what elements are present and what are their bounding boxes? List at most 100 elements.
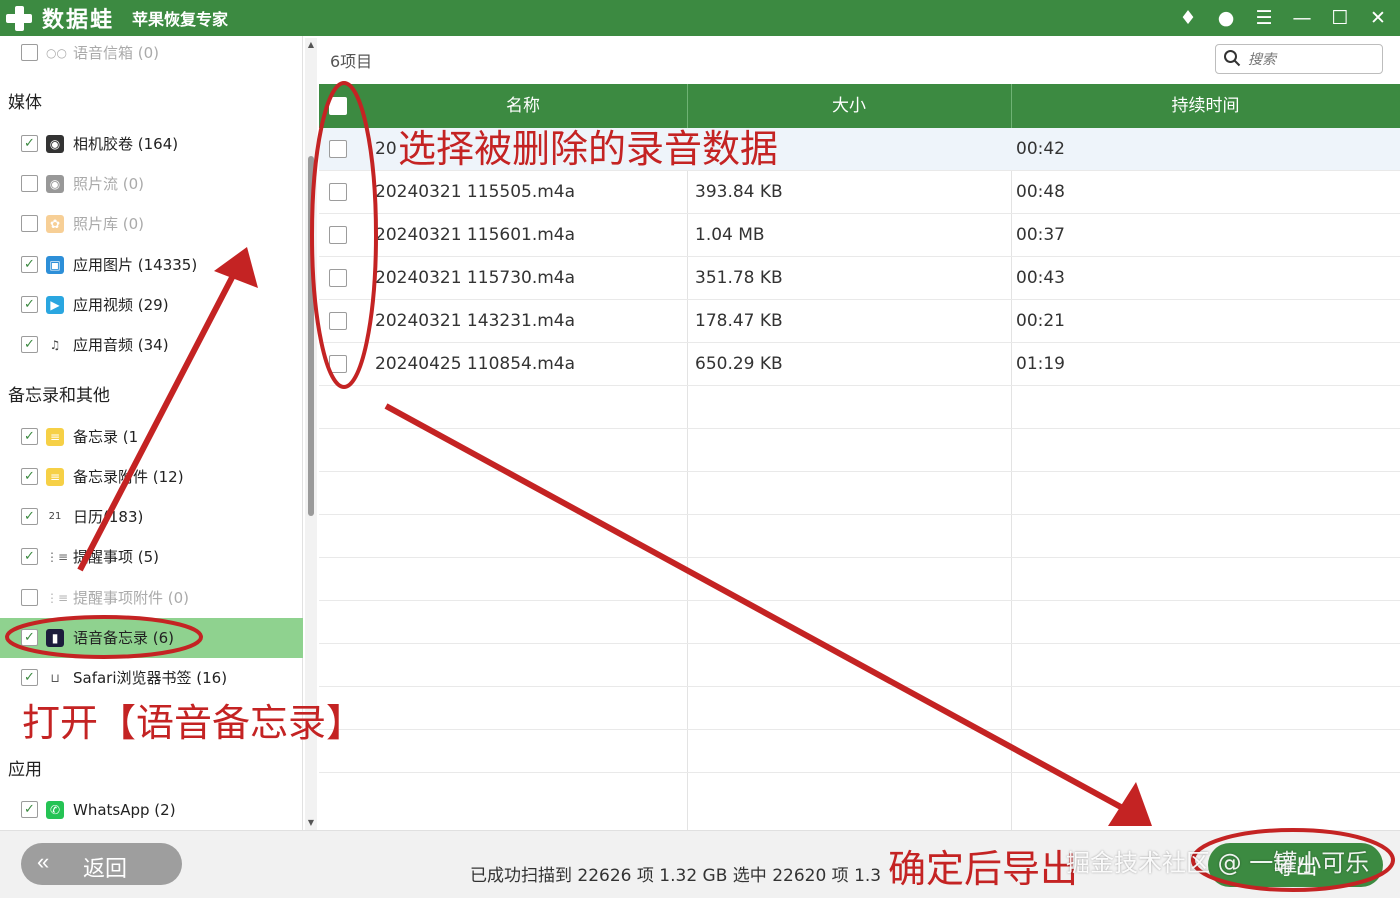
item-count: 6项目 xyxy=(330,52,373,71)
scroll-down-arrow-icon[interactable]: ▼ xyxy=(305,818,317,828)
row-duration: 00:48 xyxy=(1016,182,1065,202)
search-box[interactable] xyxy=(1215,44,1383,74)
checkbox[interactable]: ✓ xyxy=(21,669,38,686)
sidebar-item-reminders[interactable]: ✓ ⋮≡ 提醒事项 (5) xyxy=(0,537,303,577)
row-name: 20 xyxy=(375,139,397,159)
scrollbar-thumb[interactable] xyxy=(308,156,314,516)
row-size: 650.29 KB xyxy=(695,354,783,374)
calendar-icon: 21 xyxy=(48,511,62,522)
checkbox[interactable] xyxy=(21,215,38,232)
annotation-open-voice-memo: 打开【语音备忘录】 xyxy=(22,701,365,745)
row-size: 351.78 KB xyxy=(695,268,783,288)
row-name: 20240321 115505.m4a xyxy=(375,182,576,202)
checkbox[interactable] xyxy=(21,175,38,192)
row-duration: 00:21 xyxy=(1016,311,1065,331)
search-input[interactable] xyxy=(1248,49,1376,71)
camera-icon: ◉ xyxy=(46,175,64,193)
back-button[interactable]: « 返回 xyxy=(21,843,182,885)
checkbox[interactable]: ✓ xyxy=(21,428,38,445)
table-row[interactable]: 20240321 143231.m4a 178.47 KB 00:21 xyxy=(319,300,1400,343)
checkbox[interactable]: ✓ xyxy=(21,256,38,273)
table-row[interactable]: 20240321 115601.m4a 1.04 MB 00:37 xyxy=(319,214,1400,257)
section-header-media: 媒体 xyxy=(8,93,42,113)
row-checkbox[interactable] xyxy=(329,269,347,287)
empty-row xyxy=(319,730,1400,773)
table-row[interactable]: 20240425 110854.m4a 650.29 KB 01:19 xyxy=(319,343,1400,386)
sidebar-item-calendar[interactable]: ✓ 21 日历(183) xyxy=(0,497,303,537)
row-duration: 00:43 xyxy=(1016,268,1065,288)
checkbox[interactable]: ✓ xyxy=(21,468,38,485)
row-size: 393.84 KB xyxy=(695,182,783,202)
section-header-apps: 应用 xyxy=(8,760,42,780)
app-window: 数据蛙 苹果恢复专家 ♦ ● ☰ — ☐ ✕ ○○ 语音信箱 (0) 媒体 ✓ … xyxy=(0,0,1400,898)
window-controls: ♦ ● ☰ — ☐ ✕ xyxy=(1176,3,1390,33)
sidebar-item-note-attachments[interactable]: ✓ ≡ 备忘录附件 (12) xyxy=(0,457,303,497)
section-header-notes: 备忘录和其他 xyxy=(8,386,110,406)
plus-logo-icon xyxy=(4,3,34,33)
select-all-checkbox[interactable] xyxy=(329,97,347,115)
row-name: 20240321 115730.m4a xyxy=(375,268,576,288)
row-checkbox[interactable] xyxy=(329,140,347,158)
notes-icon: ≡ xyxy=(46,468,64,486)
row-name: 20240321 143231.m4a xyxy=(375,311,576,331)
row-duration: 00:37 xyxy=(1016,225,1065,245)
sidebar-item-app-audio[interactable]: ✓ ♫ 应用音频 (34) xyxy=(0,325,303,365)
sidebar-item-voice-memos[interactable]: ✓ ▮ 语音备忘录 (6) xyxy=(0,618,303,658)
checkbox[interactable]: ✓ xyxy=(21,801,38,818)
empty-row xyxy=(319,687,1400,730)
sidebar-item-label: 语音备忘录 (6) xyxy=(73,629,175,647)
voice-memo-icon: ▮ xyxy=(46,629,64,647)
sidebar-item-app-videos[interactable]: ✓ ▶ 应用视频 (29) xyxy=(0,285,303,325)
scan-status: 已成功扫描到 22626 项 1.32 GB 选中 22620 项 1.3 xyxy=(470,866,882,886)
sidebar-item-label: 提醒事项 (5) xyxy=(73,548,160,566)
sidebar-item-label: 相机胶卷 (164) xyxy=(73,135,179,153)
checkbox[interactable] xyxy=(21,589,38,606)
checkbox[interactable]: ✓ xyxy=(21,135,38,152)
checkbox[interactable]: ✓ xyxy=(21,296,38,313)
row-checkbox[interactable] xyxy=(329,183,347,201)
sidebar-item-photo-stream[interactable]: ◉ 照片流 (0) xyxy=(0,164,303,204)
sidebar-item-label: 应用音频 (34) xyxy=(73,336,169,354)
close-button[interactable]: ✕ xyxy=(1366,3,1390,33)
row-checkbox[interactable] xyxy=(329,226,347,244)
table-row[interactable]: 20240321 115505.m4a 393.84 KB 00:48 xyxy=(319,171,1400,214)
scroll-up-arrow-icon[interactable]: ▲ xyxy=(305,40,317,50)
sidebar-item-label: WhatsApp (2) xyxy=(73,801,176,819)
minimize-button[interactable]: — xyxy=(1290,3,1314,33)
row-name: 20240321 115601.m4a xyxy=(375,225,576,245)
checkbox[interactable]: ✓ xyxy=(21,629,38,646)
row-checkbox[interactable] xyxy=(329,355,347,373)
sidebar-item-camera-roll[interactable]: ✓ ◉ 相机胶卷 (164) xyxy=(0,124,303,164)
sidebar-item-reminder-attachments[interactable]: ⋮≡ 提醒事项附件 (0) xyxy=(0,578,303,618)
sidebar-item-notes[interactable]: ✓ ≡ 备忘录 (1 xyxy=(0,417,303,457)
app-subtitle: 苹果恢复专家 xyxy=(132,10,229,29)
checkbox[interactable]: ✓ xyxy=(21,548,38,565)
empty-row xyxy=(319,472,1400,515)
app-logo: 数据蛙 苹果恢复专家 xyxy=(4,2,228,34)
sidebar-item-label: 备忘录 (1 xyxy=(73,428,139,446)
vip-diamond-icon[interactable]: ♦ xyxy=(1176,3,1200,33)
column-header-duration[interactable]: 持续时间 xyxy=(1011,84,1400,128)
menu-icon[interactable]: ☰ xyxy=(1252,3,1276,33)
checkbox[interactable]: ✓ xyxy=(21,508,38,525)
sidebar-item-photo-library[interactable]: ✿ 照片库 (0) xyxy=(0,204,303,244)
row-checkbox[interactable] xyxy=(329,312,347,330)
sidebar-item-app-photos[interactable]: ✓ ▣ 应用图片 (14335) xyxy=(0,245,303,285)
back-button-label: 返回 xyxy=(83,856,128,881)
empty-row xyxy=(319,644,1400,687)
maximize-button[interactable]: ☐ xyxy=(1328,3,1352,33)
chat-icon[interactable]: ● xyxy=(1214,3,1238,33)
camera-icon: ◉ xyxy=(46,135,64,153)
row-duration: 00:42 xyxy=(1016,139,1065,159)
sidebar-item-whatsapp[interactable]: ✓ ✆ WhatsApp (2) xyxy=(0,790,303,830)
table-row[interactable]: 20240321 115730.m4a 351.78 KB 00:43 xyxy=(319,257,1400,300)
annotation-confirm-export: 确定后导出 xyxy=(888,847,1079,891)
row-duration: 01:19 xyxy=(1016,354,1065,374)
empty-row xyxy=(319,386,1400,429)
sidebar-item-label: 日历(183) xyxy=(73,508,144,526)
checkbox[interactable]: ✓ xyxy=(21,336,38,353)
sidebar-item-label: 语音信箱 (0) xyxy=(73,44,160,62)
bookmark-book-icon: ⊔ xyxy=(50,671,60,685)
checkbox[interactable] xyxy=(21,44,38,61)
sidebar-item-voicemail[interactable]: ○○ 语音信箱 (0) xyxy=(0,33,303,73)
